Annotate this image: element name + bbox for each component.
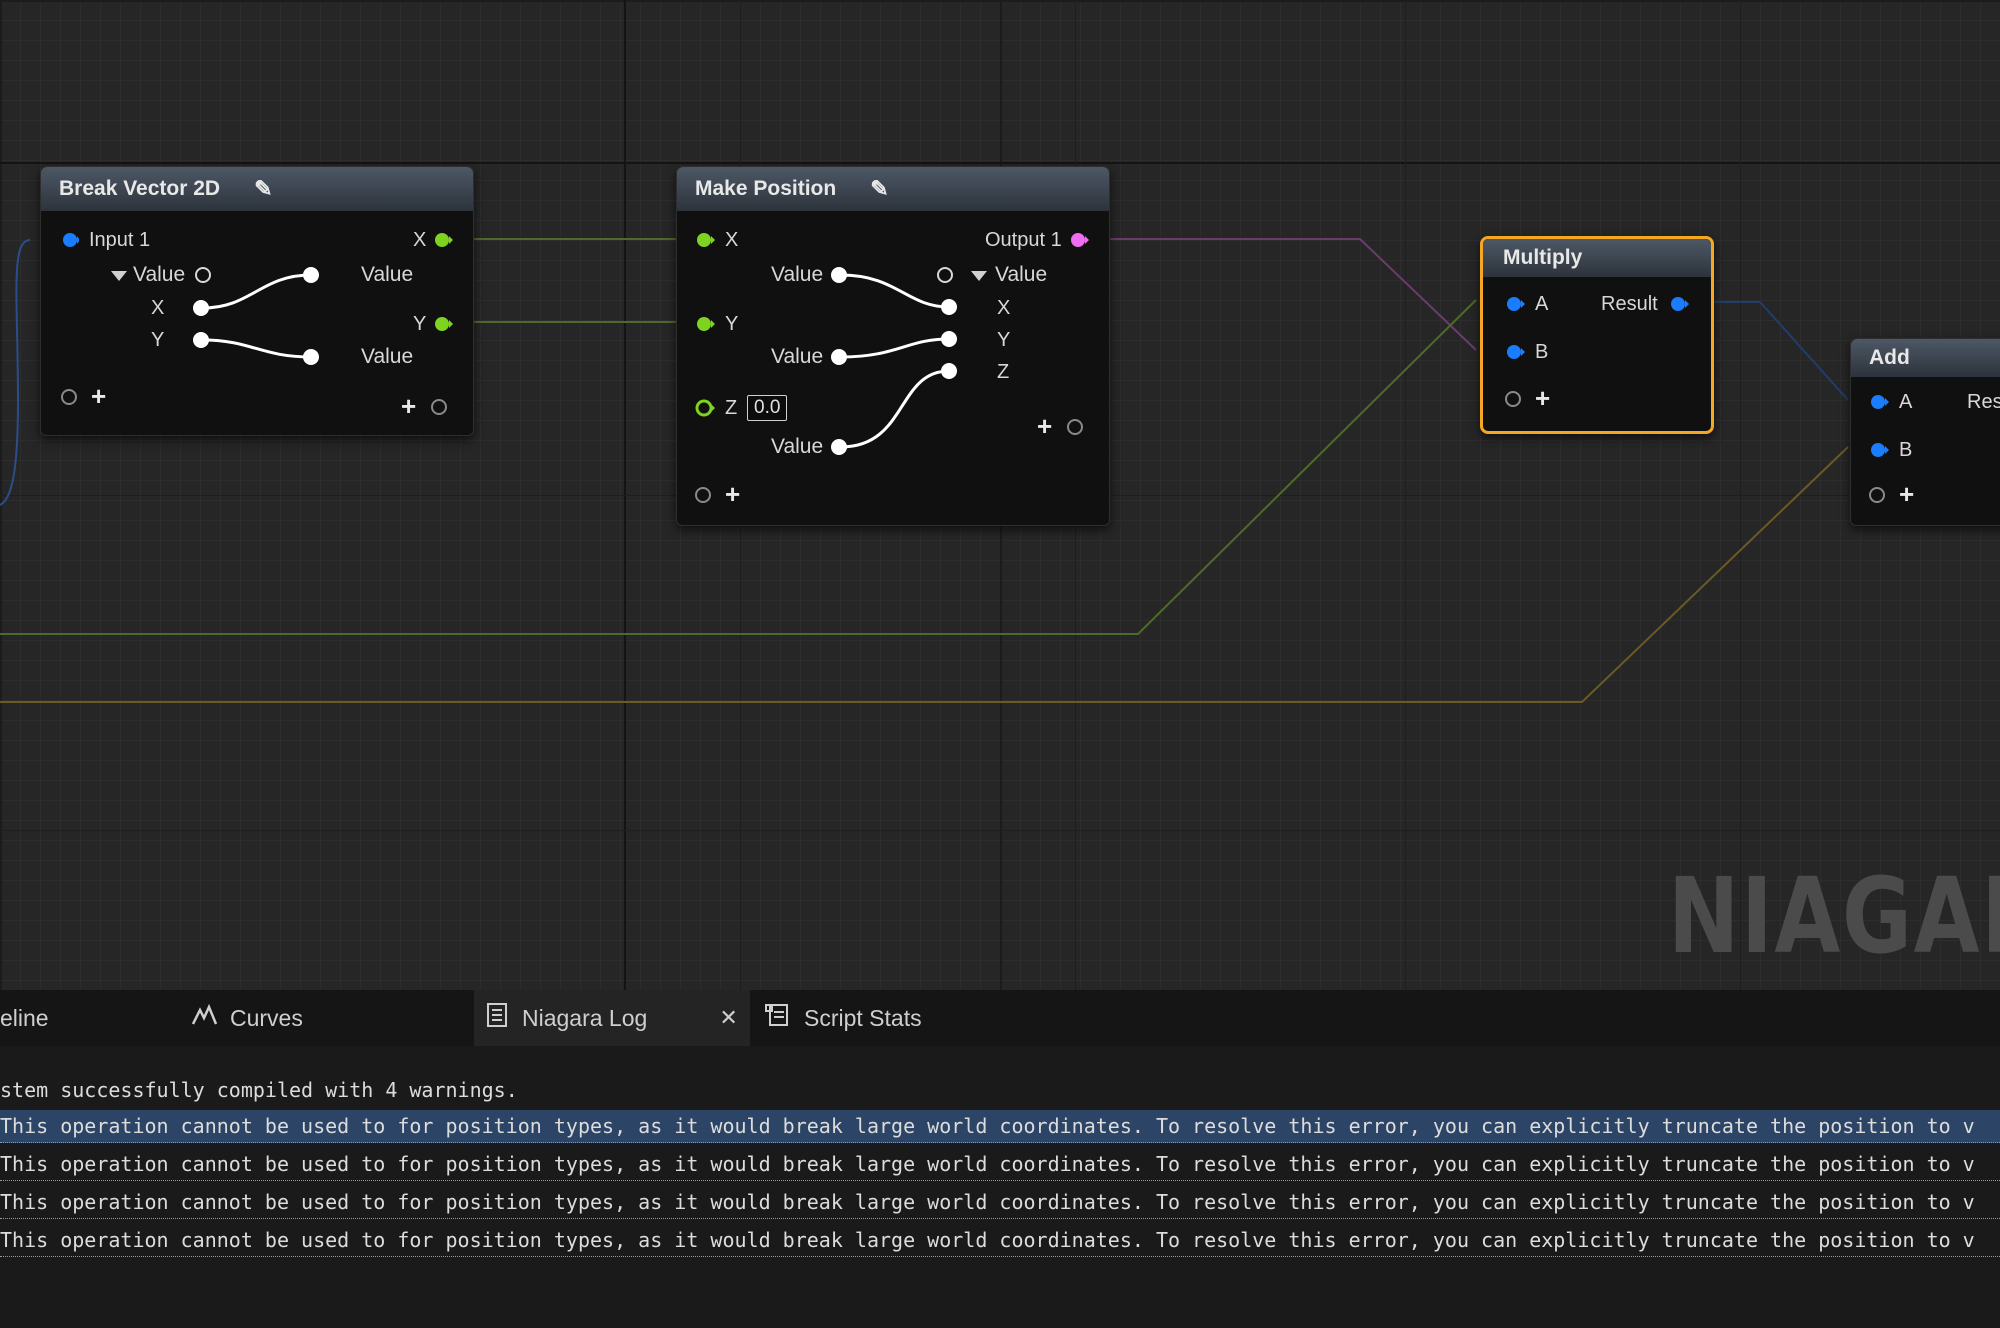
wire-position-to-multiply (1092, 238, 1477, 351)
split-knob[interactable] (193, 332, 209, 348)
split-knob[interactable] (831, 267, 847, 283)
break-vector-2d-node[interactable]: Break Vector 2D ✎ Input 1 X Value Value … (40, 166, 474, 436)
tab-label: Niagara Log (522, 1004, 648, 1031)
log-icon (486, 1002, 508, 1034)
add-output-plus-icon[interactable]: + (401, 393, 416, 419)
close-icon[interactable]: ✕ (719, 1005, 737, 1031)
node-header[interactable]: Add (1851, 339, 2000, 377)
wire-input-left (0, 239, 31, 506)
split-knob[interactable] (303, 349, 319, 365)
result-label: Result (1601, 293, 1658, 315)
add-pin-circle-icon[interactable] (431, 399, 447, 415)
add-node[interactable]: Add A Res B + (1850, 338, 2000, 526)
input-a-pin-icon[interactable] (1869, 393, 1889, 411)
bottom-tab-bar: eline Curves Niagara Log ✕ Script Stats (0, 990, 2000, 1046)
log-warning-line[interactable]: This operation cannot be used to for pos… (0, 1148, 2000, 1181)
add-input-plus-icon[interactable]: + (1535, 385, 1550, 411)
niagara-log-panel[interactable]: stem successfully compiled with 4 warnin… (0, 1046, 2000, 1328)
wire-multiply-to-add (1710, 301, 1849, 401)
log-warning-line[interactable]: This operation cannot be used to for pos… (0, 1186, 2000, 1219)
log-warning-line[interactable]: This operation cannot be used to for pos… (0, 1110, 2000, 1143)
curves-icon (190, 1003, 218, 1032)
script-stats-icon (764, 1002, 790, 1034)
input-a-label: A (1899, 391, 1913, 413)
log-header-line[interactable]: stem successfully compiled with 4 warnin… (0, 1074, 2000, 1106)
input-b-pin-icon[interactable] (1505, 343, 1525, 361)
add-pin-circle-icon[interactable] (1869, 487, 1885, 503)
tab-script-stats[interactable]: Script Stats (764, 990, 1004, 1046)
input-b-pin-icon[interactable] (1869, 441, 1889, 459)
log-warning-line[interactable]: This operation cannot be used to for pos… (0, 1224, 2000, 1257)
tab-label: Script Stats (804, 1004, 922, 1031)
split-knob[interactable] (193, 300, 209, 316)
input-b-label: B (1535, 341, 1549, 363)
tab-niagara-log[interactable]: Niagara Log ✕ (474, 990, 750, 1046)
tab-timeline[interactable]: eline (0, 990, 150, 1046)
add-pin-circle-icon[interactable] (61, 389, 77, 405)
tab-label: Curves (230, 1004, 303, 1031)
node-graph-canvas[interactable]: Break Vector 2D ✎ Input 1 X Value Value … (0, 0, 2000, 990)
input-a-pin-icon[interactable] (1505, 295, 1525, 313)
add-input-plus-icon[interactable]: + (725, 481, 740, 507)
input-a-label: A (1535, 293, 1549, 315)
split-knob[interactable] (941, 331, 957, 347)
node-title: Add (1869, 346, 1910, 369)
input-b-label: B (1899, 439, 1913, 461)
node-title: Multiply (1503, 246, 1583, 269)
result-label: Res (1967, 391, 2000, 413)
multiply-node[interactable]: Multiply A Result B + (1480, 236, 1714, 434)
split-knob[interactable] (941, 299, 957, 315)
make-position-node[interactable]: Make Position ✎ X Output 1 Value Value Y… (676, 166, 1110, 526)
add-pin-circle-icon[interactable] (695, 487, 711, 503)
split-knob[interactable] (303, 267, 319, 283)
niagara-watermark: NIAGAR (1668, 855, 2000, 977)
tab-label: eline (0, 1004, 49, 1031)
tab-curves[interactable]: Curves (190, 990, 430, 1046)
add-input-plus-icon[interactable]: + (1899, 481, 1914, 507)
split-knob[interactable] (831, 349, 847, 365)
split-knob[interactable] (831, 439, 847, 455)
add-pin-circle-icon[interactable] (1505, 391, 1521, 407)
add-input-plus-icon[interactable]: + (91, 383, 106, 409)
split-knob[interactable] (941, 363, 957, 379)
result-pin-icon[interactable] (1669, 295, 1689, 313)
node-header[interactable]: Multiply (1483, 239, 1711, 277)
split-curves (840, 273, 950, 449)
